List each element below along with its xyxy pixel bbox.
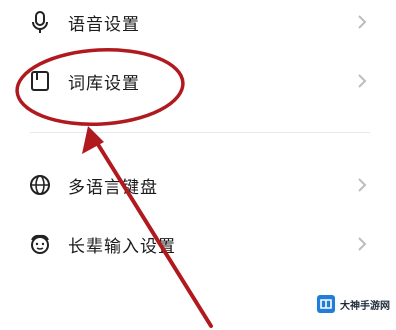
- watermark: 大神手游网: [316, 292, 394, 316]
- watermark-logo-icon: [316, 294, 336, 314]
- highlight-ellipse: [15, 48, 185, 126]
- annotation-arrow-shaft: [92, 136, 213, 328]
- annotation-overlay: [15, 48, 213, 328]
- watermark-text: 大神手游网: [340, 300, 390, 312]
